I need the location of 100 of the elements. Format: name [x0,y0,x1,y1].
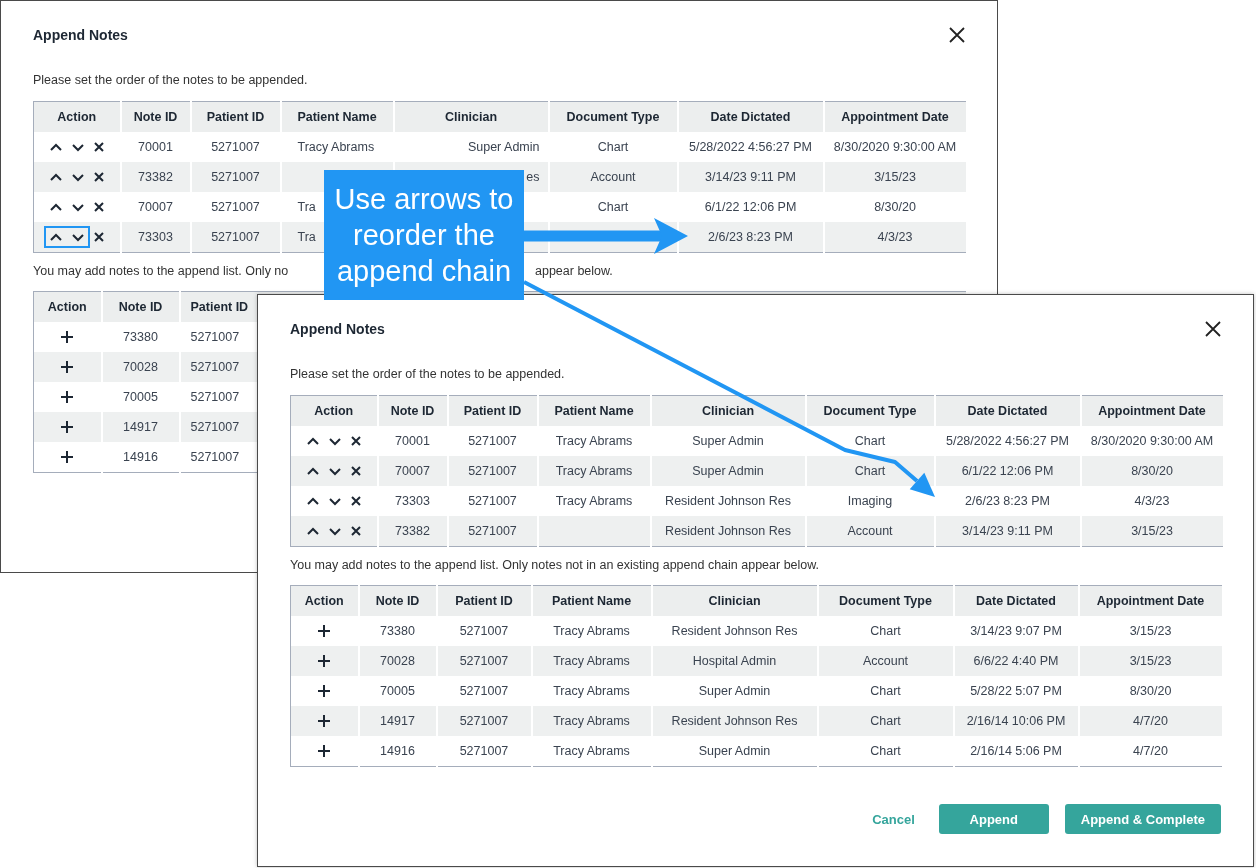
table-cell: 4/3/23 [823,222,967,253]
table-cell: 3/14/23 9:11 PM [677,162,824,192]
table-cell: Super Admin [650,456,806,486]
column-header: Clinician [393,101,549,132]
append-button[interactable]: Append [938,804,1049,834]
table-cell: 3/15/23 [1080,516,1224,547]
column-header: Document Type [817,585,954,616]
instruction-text: Please set the order of the notes to be appended. [33,72,309,89]
table-cell: 6/6/22 4:40 PM [953,646,1079,676]
table-cell: 5271007 [436,736,532,767]
column-header: Date Dictated [934,395,1081,426]
column-header: Document Type [548,101,678,132]
column-header: Clinician [650,395,806,426]
column-header: Document Type [805,395,935,426]
column-header: Date Dictated [677,101,824,132]
table-cell: Account [548,162,678,192]
table-cell: 4/7/20 [1078,706,1223,736]
column-header: Action [33,101,121,132]
column-header: Clinician [651,585,818,616]
table-cell: Super Admin [651,736,818,767]
column-header: Appointment Date [1080,395,1224,426]
table-cell: 70028 [101,352,180,382]
table-cell: 14916 [358,736,437,767]
table-cell: 6/1/22 12:06 PM [934,456,1081,486]
column-header: Patient Name [280,101,394,132]
table-cell: 3/14/23 9:11 PM [934,516,1081,547]
table-cell: 5271007 [447,516,538,547]
table-cell: Tracy Abrams [537,456,651,486]
callout-box: Use arrows to reorder the append chain [324,170,524,300]
table-cell: Resident Johnson Res [650,516,806,547]
table-cell: Chart [817,706,954,736]
info-text: appear below. [535,263,613,280]
plus-icon[interactable] [317,714,332,728]
table-cell: 3/15/23 [1078,646,1223,676]
remove-icon[interactable] [349,435,362,447]
close-icon[interactable] [1205,321,1221,337]
table-cell: Resident Johnson Res [651,706,818,736]
table-cell: 14917 [358,706,437,736]
remove-icon[interactable] [349,465,362,477]
plus-icon[interactable] [60,450,75,464]
table-cell: 70028 [358,646,437,676]
column-header: Note ID [101,291,180,322]
column-header: Action [290,395,378,426]
table-cell: Tracy Abrams [531,706,652,736]
plus-icon[interactable] [60,360,75,374]
table-cell: 2/16/14 5:06 PM [953,736,1079,767]
table-cell: Account [817,646,954,676]
table-cell: 5271007 [436,706,532,736]
column-header: Note ID [120,101,191,132]
plus-icon[interactable] [60,420,75,434]
column-header: Patient Name [531,585,652,616]
plus-icon[interactable] [317,744,332,758]
table-cell: 70007 [377,456,448,486]
table-cell: 14917 [101,412,180,442]
plus-icon[interactable] [317,654,332,668]
table-cell: Chart [817,736,954,767]
remove-icon[interactable] [349,495,362,507]
table-cell: Account [805,516,935,547]
dialog-title: Append Notes [290,321,385,337]
info-text: You may add notes to the append list. Only notes not in an existing append chain appear below. [290,557,820,574]
cancel-button[interactable]: Cancel [868,805,919,833]
table-cell: 5271007 [190,162,281,192]
table-cell: Tracy Abrams [531,646,652,676]
table-cell: Chart [805,456,935,486]
column-header: Action [33,291,102,322]
column-header: Note ID [358,585,437,616]
column-header: Patient ID [447,395,538,426]
column-header: Patient Name [537,395,651,426]
plus-icon[interactable] [60,390,75,404]
column-header: Date Dictated [953,585,1079,616]
table-cell: 2/16/14 10:06 PM [953,706,1079,736]
remove-icon[interactable] [92,201,105,213]
table-cell: Hospital Admin [651,646,818,676]
column-header: Patient ID [436,585,532,616]
info-text: You may add notes to the append list. Only no [33,263,290,280]
remove-icon[interactable] [349,525,362,537]
table-cell: 73382 [120,162,191,192]
table-cell: 14916 [101,442,180,473]
remove-icon[interactable] [92,231,105,243]
table-cell: 2/6/23 8:23 PM [677,222,824,253]
table-cell: 3/15/23 [823,162,967,192]
remove-icon[interactable] [92,171,105,183]
plus-icon[interactable] [317,684,332,698]
table-cell: Tracy Abrams [531,736,652,767]
table-cell: 5271007 [190,222,281,253]
append-button[interactable]: Append & Complete [1064,804,1221,834]
table-cell: 73382 [377,516,448,547]
remove-icon[interactable] [92,141,105,153]
close-icon[interactable] [949,27,965,43]
instruction-text: Please set the order of the notes to be appended. [290,366,566,383]
table-cell: 5271007 [436,646,532,676]
dialog-title: Append Notes [33,27,128,43]
plus-icon[interactable] [60,330,75,344]
plus-icon[interactable] [317,624,332,638]
column-header: Appointment Date [1078,585,1223,616]
table-cell: 4/7/20 [1078,736,1223,767]
column-header: Patient ID [190,101,281,132]
column-header: Appointment Date [823,101,967,132]
column-header: Note ID [377,395,448,426]
table-cell: 5271007 [447,456,538,486]
